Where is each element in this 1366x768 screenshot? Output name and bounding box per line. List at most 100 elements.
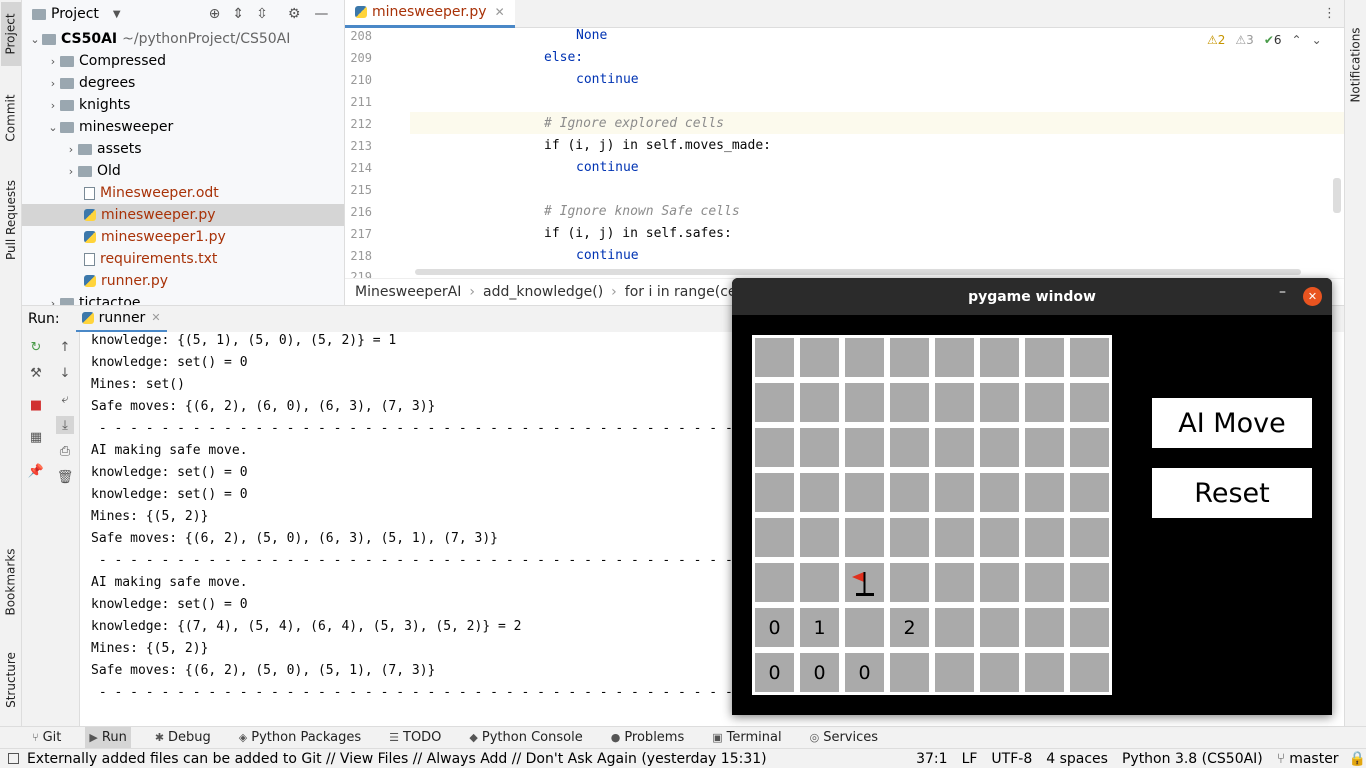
- expand-all-icon[interactable]: ⇕: [232, 6, 244, 22]
- vertical-scrollbar[interactable]: [1333, 178, 1341, 213]
- code-line[interactable]: # Ignore known Safe cells: [544, 204, 740, 219]
- board-cell[interactable]: [845, 473, 884, 512]
- tree-item-knights[interactable]: › knights: [22, 94, 344, 116]
- chevron-up-icon[interactable]: ⌃: [1292, 33, 1302, 47]
- collapse-all-icon[interactable]: ⇳: [256, 6, 268, 22]
- tree-item-runner-py[interactable]: runner.py: [22, 270, 344, 292]
- cursor-position[interactable]: 37:1: [916, 751, 947, 767]
- hide-icon[interactable]: —: [314, 6, 328, 22]
- board-cell[interactable]: [1070, 383, 1109, 422]
- board-cell[interactable]: [980, 383, 1019, 422]
- board-cell[interactable]: [980, 518, 1019, 557]
- board-cell[interactable]: [755, 428, 794, 467]
- stop-icon[interactable]: ■: [27, 396, 45, 414]
- board-cell[interactable]: [1070, 338, 1109, 377]
- close-icon[interactable]: ✕: [1303, 287, 1322, 306]
- board-cell[interactable]: [935, 608, 974, 647]
- chevron-down-icon[interactable]: ⌄: [28, 33, 42, 46]
- status-icon[interactable]: [8, 753, 19, 764]
- tab-terminal[interactable]: ▣ Terminal: [708, 727, 785, 749]
- horizontal-scrollbar[interactable]: [415, 269, 1301, 275]
- board-cell[interactable]: [980, 653, 1019, 692]
- board-cell[interactable]: 0: [755, 653, 794, 692]
- indent-setting[interactable]: 4 spaces: [1046, 751, 1108, 767]
- wrench-icon[interactable]: ⚒: [27, 364, 45, 382]
- status-message[interactable]: Externally added files can be added to G…: [27, 751, 900, 767]
- board-cell[interactable]: [1070, 473, 1109, 512]
- board-cell[interactable]: [800, 563, 839, 602]
- code-line[interactable]: if (i, j) in self.safes:: [544, 226, 732, 241]
- board-cell[interactable]: [1025, 518, 1064, 557]
- notifications-tool-tab[interactable]: Notifications: [1346, 20, 1366, 110]
- chevron-down-icon[interactable]: ▼: [113, 9, 121, 20]
- tab-debug[interactable]: ✱ Debug: [151, 727, 215, 749]
- tab-python-packages[interactable]: ◈ Python Packages: [235, 727, 365, 749]
- tree-item-assets[interactable]: › assets: [22, 138, 344, 160]
- board-cell[interactable]: [980, 338, 1019, 377]
- board-cell[interactable]: [1070, 608, 1109, 647]
- board-cell[interactable]: [755, 563, 794, 602]
- breadcrumb-item[interactable]: for i in range(cel: [625, 284, 741, 300]
- print-icon[interactable]: ⎙: [56, 442, 74, 460]
- tree-item-minesweeper1-py[interactable]: minesweeper1.py: [22, 226, 344, 248]
- tree-item-tictactoe[interactable]: › tictactoe: [22, 292, 344, 305]
- inspection-widget[interactable]: ⚠2 ⚠3 ✔6 ⌃ ⌄: [1207, 33, 1322, 47]
- chevron-right-icon[interactable]: ›: [46, 77, 60, 90]
- rerun-icon[interactable]: ↻: [27, 338, 45, 356]
- board-cell[interactable]: [800, 383, 839, 422]
- project-panel-title[interactable]: Project: [51, 6, 99, 22]
- code-line[interactable]: else:: [544, 50, 583, 65]
- chevron-down-icon[interactable]: ⌄: [46, 121, 60, 134]
- tab-run[interactable]: ▶ Run: [85, 726, 131, 749]
- lock-icon[interactable]: 🔒: [1349, 751, 1366, 767]
- chevron-down-icon[interactable]: ⌄: [1312, 33, 1322, 47]
- scroll-to-end-icon[interactable]: ⤓: [56, 416, 74, 434]
- tree-item-requirements-txt[interactable]: requirements.txt: [22, 248, 344, 270]
- board-cell[interactable]: [845, 608, 884, 647]
- project-tool-tab[interactable]: Project: [1, 2, 21, 66]
- board-cell[interactable]: [980, 563, 1019, 602]
- chevron-right-icon[interactable]: ›: [64, 143, 78, 156]
- board-cell[interactable]: [845, 383, 884, 422]
- code-line[interactable]: # Ignore explored cells: [544, 116, 724, 131]
- board-cell[interactable]: 2: [890, 608, 929, 647]
- tab-git[interactable]: ⑂ Git: [28, 727, 65, 749]
- board-cell[interactable]: [935, 473, 974, 512]
- breadcrumb-item[interactable]: MinesweeperAI: [355, 284, 461, 300]
- board-cell[interactable]: [1070, 563, 1109, 602]
- board-cell[interactable]: [845, 338, 884, 377]
- run-tab-runner[interactable]: runner ✕: [75, 306, 167, 333]
- board-cell[interactable]: 0: [800, 653, 839, 692]
- editor-tab-minesweeper-py[interactable]: minesweeper.py ✕: [345, 0, 515, 28]
- trash-icon[interactable]: 🗑: [56, 468, 74, 486]
- board-cell[interactable]: [980, 473, 1019, 512]
- arrow-up-icon[interactable]: ↑: [56, 338, 74, 356]
- board-cell[interactable]: [755, 338, 794, 377]
- code-line[interactable]: continue: [576, 72, 639, 87]
- code-line[interactable]: None: [576, 28, 607, 43]
- tree-item-degrees[interactable]: › degrees: [22, 72, 344, 94]
- python-interpreter[interactable]: Python 3.8 (CS50AI): [1122, 751, 1263, 767]
- board-cell[interactable]: [935, 428, 974, 467]
- chevron-right-icon[interactable]: ›: [46, 297, 60, 306]
- chevron-right-icon[interactable]: ›: [64, 165, 78, 178]
- board-cell[interactable]: [935, 338, 974, 377]
- soft-wrap-icon[interactable]: ⤶: [56, 390, 74, 408]
- board-cell[interactable]: [1025, 428, 1064, 467]
- chevron-right-icon[interactable]: ›: [46, 55, 60, 68]
- gear-icon[interactable]: ⚙: [288, 6, 301, 22]
- close-icon[interactable]: ✕: [151, 311, 160, 324]
- board-cell[interactable]: [1025, 608, 1064, 647]
- board-cell[interactable]: [800, 428, 839, 467]
- minimize-icon[interactable]: –: [1279, 284, 1286, 300]
- code-line[interactable]: if (i, j) in self.moves_made:: [544, 138, 771, 153]
- structure-tool-tab[interactable]: Structure: [1, 640, 21, 720]
- board-cell[interactable]: [800, 338, 839, 377]
- breadcrumb-item[interactable]: add_knowledge(): [483, 284, 603, 300]
- tab-problems[interactable]: ● Problems: [607, 727, 689, 749]
- board-cell[interactable]: [755, 383, 794, 422]
- board-cell[interactable]: [980, 428, 1019, 467]
- board-cell[interactable]: [935, 563, 974, 602]
- locate-icon[interactable]: ⊕: [209, 6, 221, 22]
- board-cell[interactable]: 0: [755, 608, 794, 647]
